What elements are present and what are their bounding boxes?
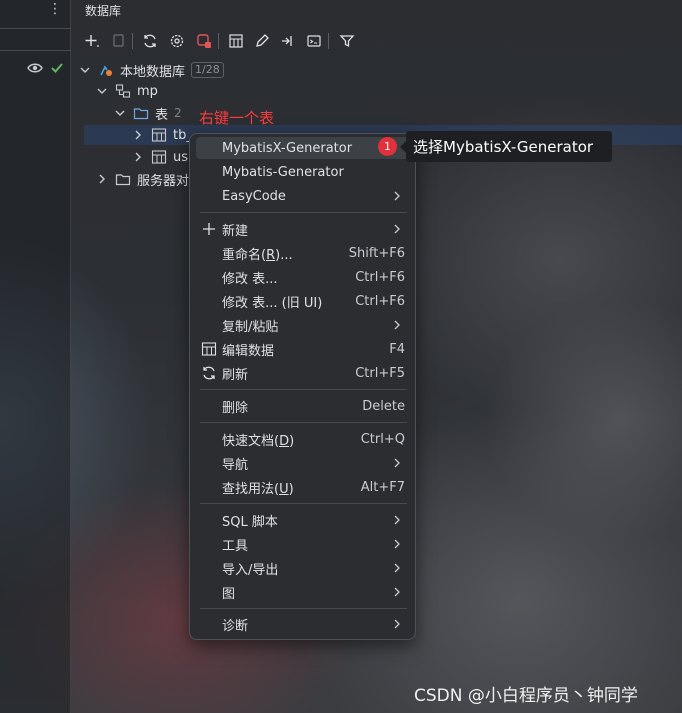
toolbar-separator (328, 33, 329, 49)
tree-label: 本地数据库 (120, 64, 186, 80)
chevron-right-icon (394, 563, 400, 573)
tree-tables-folder[interactable]: 表 2 (113, 102, 182, 124)
context-menu: MybatisX-Generator Mybatis-Generator Eas… (189, 133, 416, 640)
tree-server-objects[interactable]: 服务器对 (95, 168, 189, 190)
chevron-right-icon (394, 191, 400, 201)
menu-separator (200, 389, 407, 390)
tree-label: mp (137, 83, 158, 99)
eye-icon[interactable] (27, 62, 43, 74)
count-label: 2 (174, 106, 182, 120)
table-icon (151, 128, 167, 142)
table-icon (151, 150, 167, 164)
folder-icon (133, 108, 149, 120)
divider (0, 28, 71, 29)
count-badge: 1/28 (191, 62, 224, 78)
tree-label: us (173, 149, 189, 165)
menu-item-refresh[interactable]: 刷新 Ctrl+F5 (196, 362, 411, 384)
plus-icon (203, 223, 215, 235)
copy-icon[interactable] (108, 30, 128, 52)
menu-separator (200, 212, 407, 213)
panel-title: 数据库 (85, 4, 122, 18)
menu-item-diagnostics[interactable]: 诊断 (196, 613, 411, 635)
menu-item-navigate[interactable]: 导航 (196, 452, 411, 474)
menu-item-delete[interactable]: 删除 Delete (196, 395, 411, 417)
chevron-right-icon (394, 515, 400, 525)
left-side-panel (0, 0, 71, 713)
menu-item-tools[interactable]: 工具 (196, 533, 411, 555)
table-icon[interactable] (226, 30, 246, 52)
menu-item-mybatis-generator[interactable]: Mybatis-Generator (196, 161, 411, 183)
filter-icon[interactable] (337, 30, 357, 52)
menu-separator (200, 422, 407, 423)
menu-item-modify-table-old-ui[interactable]: 修改 表... (旧 UI) Ctrl+F6 (196, 290, 411, 312)
instruction-tooltip: 选择MybatisX-Generator (400, 131, 612, 162)
edit-icon[interactable] (252, 30, 272, 52)
menu-item-sql-scripts[interactable]: SQL 脚本 (196, 509, 411, 531)
tree-schema[interactable]: mp (95, 80, 158, 102)
refresh-icon (203, 366, 215, 380)
tree-root-datasource[interactable]: 本地数据库 1/28 (78, 59, 224, 81)
menu-separator (200, 503, 407, 504)
chevron-right-icon[interactable] (131, 128, 145, 142)
chevron-down-icon[interactable] (95, 84, 109, 98)
menu-item-find-usages[interactable]: 查找用法(U) Alt+F7 (196, 476, 411, 498)
menu-item-diagram[interactable]: 图 (196, 581, 411, 603)
watermark: CSDN @小白程序员丶钟同学 (414, 686, 638, 706)
jump-icon[interactable] (278, 30, 298, 52)
table-icon (201, 342, 217, 356)
chevron-right-icon (394, 619, 400, 629)
menu-item-copy-paste[interactable]: 复制/粘贴 (196, 314, 411, 336)
check-icon[interactable] (50, 61, 64, 75)
tree-table-item[interactable]: tb_ (131, 124, 193, 146)
chevron-right-icon[interactable] (95, 172, 109, 186)
divider (0, 50, 71, 51)
refresh-icon[interactable] (140, 30, 160, 52)
menu-separator (200, 608, 407, 609)
chevron-down-icon[interactable] (78, 63, 92, 77)
more-options-icon[interactable]: ⋮ (48, 0, 62, 18)
menu-item-rename[interactable]: 重命名(R)... Shift+F6 (196, 242, 411, 264)
menu-item-modify-table[interactable]: 修改 表... Ctrl+F6 (196, 266, 411, 288)
chevron-right-icon (394, 539, 400, 549)
chevron-right-icon (394, 458, 400, 468)
tree-label: 表 (155, 107, 169, 123)
menu-item-easycode[interactable]: EasyCode (196, 185, 411, 207)
step-number-badge: 1 (378, 137, 397, 156)
chevron-right-icon (394, 587, 400, 597)
toolbar-separator (218, 33, 219, 49)
add-icon[interactable] (82, 30, 102, 52)
chevron-right-icon (394, 224, 400, 234)
chevron-right-icon[interactable] (131, 150, 145, 164)
menu-item-new[interactable]: 新建 (196, 218, 411, 240)
tooltip-text: 选择MybatisX-Generator (413, 138, 594, 156)
stop-icon[interactable] (194, 30, 214, 52)
chevron-right-icon (394, 320, 400, 330)
toolbar-separator (132, 33, 133, 49)
tree-label: 服务器对 (137, 173, 190, 189)
menu-item-edit-data[interactable]: 编辑数据 F4 (196, 338, 411, 360)
tree-table-item[interactable]: us (131, 146, 188, 168)
datasource-icon (100, 65, 112, 76)
menu-item-import-export[interactable]: 导入/导出 (196, 557, 411, 579)
gear-icon[interactable] (167, 30, 187, 52)
menu-item-quick-doc[interactable]: 快速文档(D) Ctrl+Q (196, 428, 411, 450)
console-icon[interactable] (304, 30, 324, 52)
schema-icon (115, 84, 131, 98)
chevron-down-icon[interactable] (113, 106, 127, 120)
right-click-hint: 右键一个表 (199, 109, 275, 127)
folder-icon (115, 174, 131, 186)
